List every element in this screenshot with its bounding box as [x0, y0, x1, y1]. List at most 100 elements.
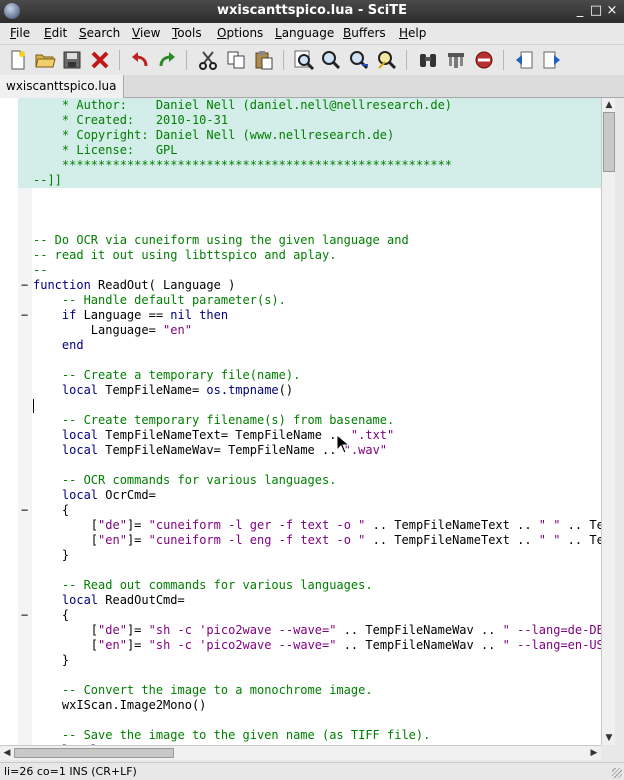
replace-icon[interactable] — [348, 49, 370, 71]
close-button[interactable]: × — [604, 2, 620, 20]
code-line[interactable]: -- Handle default parameter(s). — [33, 293, 601, 308]
menu-language[interactable]: Language — [275, 26, 334, 40]
menu-file[interactable]: File — [10, 26, 30, 40]
code-line[interactable]: ****************************************… — [33, 158, 601, 173]
save-icon[interactable] — [61, 49, 83, 71]
resize-grip-icon[interactable] — [612, 768, 622, 778]
fold-toggle-icon[interactable]: − — [21, 278, 28, 292]
code-line[interactable]: ["de"]= "cuneiform -l ger -f text -o " .… — [33, 518, 601, 533]
code-line[interactable]: -- Create a temporary file(name). — [33, 368, 601, 383]
code-line[interactable]: ["en"]= "cuneiform -l eng -f text -o " .… — [33, 533, 601, 548]
code-token: [ — [33, 533, 99, 547]
code-line[interactable]: wxIScan.Image2Mono() — [33, 698, 601, 713]
menu-help[interactable]: Help — [399, 26, 426, 40]
menu-buffers[interactable]: Buffers — [343, 26, 386, 40]
code-line[interactable]: local OcrCmd= — [33, 488, 601, 503]
code-line[interactable] — [33, 353, 601, 368]
code-line[interactable]: -- read it out using libttspico and apla… — [33, 248, 601, 263]
code-line[interactable]: -- Save the image to the given name (as … — [33, 728, 601, 743]
code-line[interactable]: ["en"]= "sh -c 'pico2wave --wave=" .. Te… — [33, 638, 601, 653]
code-line[interactable] — [33, 398, 601, 413]
tab-wxiscanttspico[interactable]: wxiscanttspico.lua — [0, 75, 124, 98]
code-line[interactable]: ["de"]= "sh -c 'pico2wave --wave=" .. Te… — [33, 623, 601, 638]
fold-toggle-icon[interactable]: − — [21, 503, 28, 517]
menu-tools[interactable]: Tools — [172, 26, 202, 40]
new-file-icon[interactable] — [7, 49, 29, 71]
menu-accel: L — [275, 26, 282, 40]
text-caret — [33, 399, 34, 413]
code-line[interactable]: local ReadOutCmd= — [33, 593, 601, 608]
code-editor[interactable]: * Author: Daniel Nell (daniel.nell@nellr… — [0, 98, 601, 745]
code-line[interactable]: } — [33, 653, 601, 668]
previous-icon[interactable] — [513, 49, 535, 71]
code-line[interactable]: -- Read out commands for various languag… — [33, 578, 601, 593]
cut-icon[interactable] — [197, 49, 219, 71]
code-line[interactable]: * Created: 2010-10-31 — [33, 113, 601, 128]
code-line[interactable] — [33, 458, 601, 473]
code-line[interactable]: { — [33, 608, 601, 623]
code-line[interactable]: Language= "en" — [33, 323, 601, 338]
horizontal-scroll-thumb[interactable] — [14, 748, 174, 758]
code-token: TempFileName= — [98, 383, 207, 397]
vertical-scrollbar[interactable]: ▲ ▼ — [601, 98, 615, 745]
compile-icon[interactable] — [445, 49, 467, 71]
code-line[interactable]: } — [33, 548, 601, 563]
next-icon[interactable] — [541, 49, 563, 71]
maximize-button[interactable]: □ — [588, 2, 604, 20]
code-line[interactable]: local TempFileName= os.tmpname() — [33, 383, 601, 398]
close-file-icon[interactable] — [89, 49, 111, 71]
menu-options[interactable]: Options — [217, 26, 263, 40]
fold-toggle-icon[interactable]: − — [21, 608, 28, 622]
code-line[interactable] — [33, 563, 601, 578]
fold-toggle-icon[interactable]: − — [21, 308, 28, 322]
code-line[interactable]: end — [33, 338, 601, 353]
code-line[interactable]: --]] — [33, 173, 601, 188]
stop-icon[interactable] — [473, 49, 495, 71]
scroll-up-icon[interactable]: ▲ — [604, 100, 614, 110]
copy-icon[interactable] — [225, 49, 247, 71]
binoculars-icon[interactable] — [417, 49, 439, 71]
code-token: [ — [33, 638, 99, 652]
code-line[interactable]: * Copyright: Daniel Nell (www.nellresear… — [33, 128, 601, 143]
code-line[interactable]: -- OCR commands for various languages. — [33, 473, 601, 488]
code-lines[interactable]: * Author: Daniel Nell (daniel.nell@nellr… — [33, 98, 601, 745]
menu-edit[interactable]: Edit — [44, 26, 67, 40]
code-line[interactable]: local TempFileNameWav= TempFileName .. "… — [33, 443, 601, 458]
horizontal-scrollbar[interactable]: ◀ ▶ — [0, 745, 601, 760]
open-folder-icon[interactable] — [34, 49, 56, 71]
minimize-button[interactable]: _ — [572, 2, 588, 20]
vertical-scroll-thumb[interactable] — [603, 112, 615, 172]
code-line[interactable]: -- Create temporary filename(s) from bas… — [33, 413, 601, 428]
scroll-down-icon[interactable]: ▼ — [604, 733, 614, 743]
code-token: * License: GPL — [33, 143, 178, 157]
find-icon[interactable] — [293, 49, 315, 71]
fold-margin[interactable] — [18, 98, 32, 745]
code-line[interactable]: -- Convert the image to a monochrome ima… — [33, 683, 601, 698]
code-line[interactable]: -- Do OCR via cuneiform using the given … — [33, 233, 601, 248]
scroll-right-icon[interactable]: ▶ — [589, 748, 599, 758]
find-in-files-icon[interactable] — [376, 49, 398, 71]
code-line[interactable]: function ReadOut( Language ) — [33, 278, 601, 293]
code-line[interactable] — [33, 188, 601, 203]
code-line[interactable] — [33, 218, 601, 233]
code-line[interactable]: local TempFileNameText= TempFileName .. … — [33, 428, 601, 443]
menu-view[interactable]: View — [132, 26, 160, 40]
find-next-icon[interactable] — [320, 49, 342, 71]
code-line[interactable]: { — [33, 503, 601, 518]
menu-accel: H — [399, 26, 409, 40]
redo-icon[interactable] — [156, 49, 178, 71]
code-line[interactable]: if Language == nil then — [33, 308, 601, 323]
code-line[interactable] — [33, 713, 601, 728]
paste-icon[interactable] — [253, 49, 275, 71]
menu-label: dit — [51, 26, 68, 40]
code-line[interactable]: -- — [33, 263, 601, 278]
scroll-left-icon[interactable]: ◀ — [2, 748, 12, 758]
code-line[interactable]: * License: GPL — [33, 143, 601, 158]
undo-icon[interactable] — [129, 49, 151, 71]
menu-search[interactable]: Search — [79, 26, 120, 40]
code-line[interactable] — [33, 203, 601, 218]
code-line[interactable] — [33, 668, 601, 683]
code-line[interactable]: * Author: Daniel Nell (daniel.nell@nellr… — [33, 98, 601, 113]
